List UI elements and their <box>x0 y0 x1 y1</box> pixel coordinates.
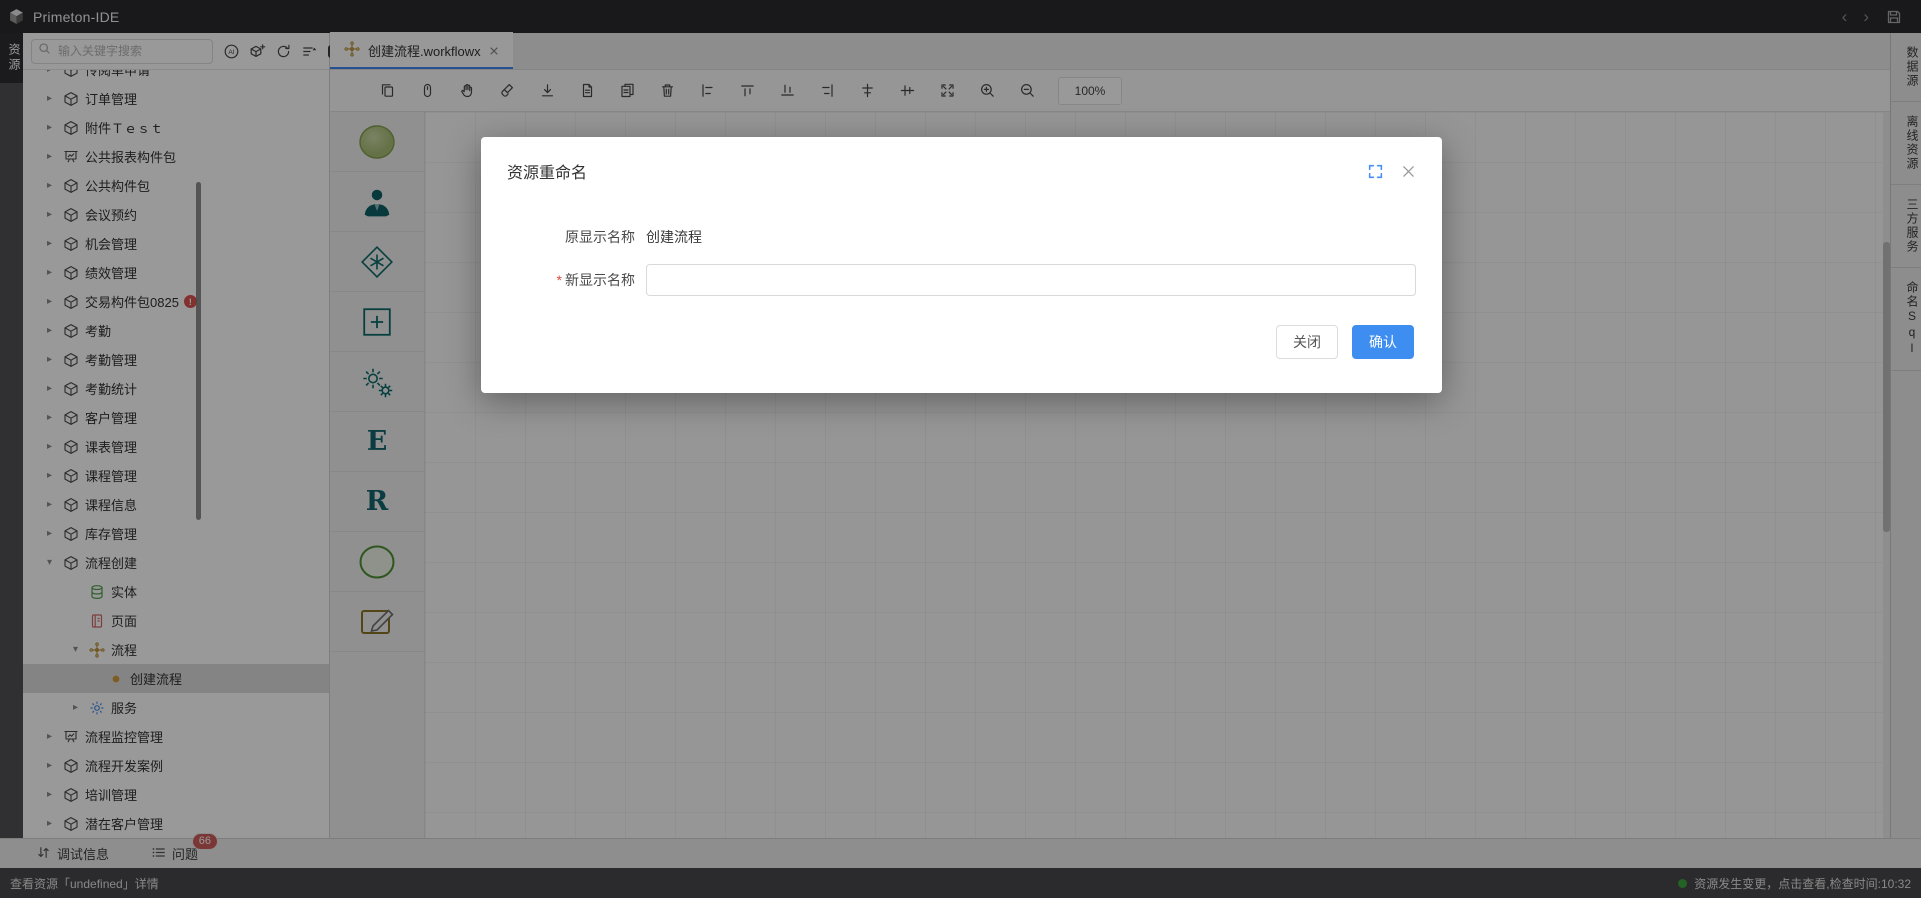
original-name-label: 原显示名称 <box>507 227 635 247</box>
modal-overlay <box>0 0 1921 898</box>
rename-dialog: 资源重命名 原显示名称 创建流程 *新显示名称 关闭 确认 <box>481 137 1442 393</box>
confirm-button[interactable]: 确认 <box>1352 325 1414 359</box>
fullscreen-icon[interactable] <box>1367 163 1384 180</box>
required-mark: * <box>557 272 562 288</box>
new-name-input[interactable] <box>646 264 1416 296</box>
close-button[interactable]: 关闭 <box>1276 325 1338 359</box>
new-name-label: *新显示名称 <box>507 270 635 290</box>
close-icon[interactable] <box>1401 164 1416 179</box>
original-name-value: 创建流程 <box>646 227 702 247</box>
dialog-title: 资源重命名 <box>507 159 587 183</box>
application-window: Primeton-IDE ‹ › 资源 AIIn <box>0 0 1921 898</box>
